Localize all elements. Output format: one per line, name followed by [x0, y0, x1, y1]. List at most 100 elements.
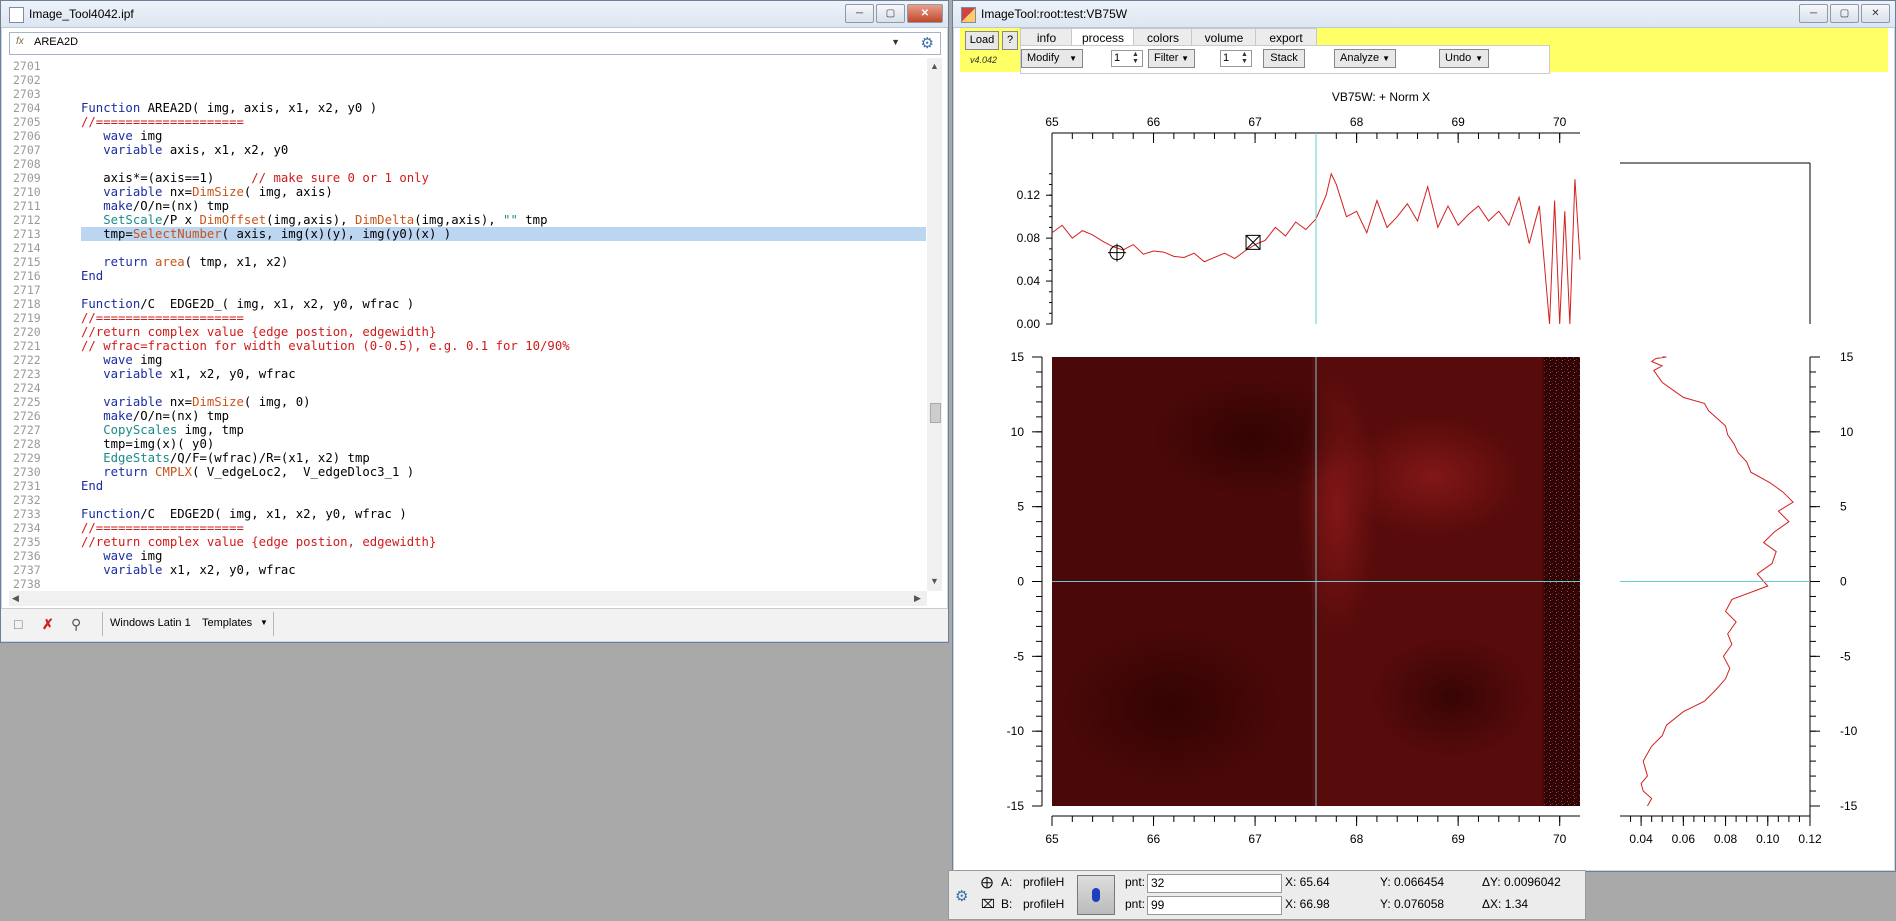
- slider-knob[interactable]: [1092, 888, 1100, 902]
- code-line[interactable]: 2737 variable x1, x2, y0, wfrac: [9, 563, 926, 577]
- code-text[interactable]: return area( tmp, x1, x2): [81, 255, 288, 269]
- code-text[interactable]: End: [81, 269, 103, 283]
- code-text[interactable]: variable x1, x2, y0, wfrac: [81, 367, 296, 381]
- page-icon[interactable]: □: [14, 616, 22, 632]
- code-line[interactable]: 2701: [9, 59, 926, 73]
- chevron-down-icon[interactable]: ▼: [891, 37, 900, 47]
- code-line[interactable]: 2707 variable axis, x1, x2, y0: [9, 143, 926, 157]
- code-line[interactable]: 2724: [9, 381, 926, 395]
- code-line[interactable]: 2725 variable nx=DimSize( img, 0): [9, 395, 926, 409]
- close-button[interactable]: ✕: [1861, 4, 1890, 23]
- code-text[interactable]: make/O/n=(nx) tmp: [81, 409, 229, 423]
- code-text[interactable]: axis*=(axis==1) // make sure 0 or 1 only: [81, 171, 429, 185]
- code-line[interactable]: 2708: [9, 157, 926, 171]
- plots-svg[interactable]: VB75W: + Norm X 65 66 67 68 69 70 0.00 0.04 0.08…: [960, 74, 1888, 864]
- code-line[interactable]: 2732: [9, 493, 926, 507]
- code-text[interactable]: //return complex value {edge postion, ed…: [81, 325, 436, 339]
- code-text[interactable]: make/O/n=(nx) tmp: [81, 199, 229, 213]
- help-button[interactable]: ?: [1002, 31, 1018, 50]
- close-button[interactable]: ✕: [907, 4, 943, 23]
- spin-down-icon[interactable]: ▼: [1241, 58, 1248, 65]
- code-text[interactable]: //====================: [81, 311, 244, 325]
- code-text[interactable]: End: [81, 479, 103, 493]
- code-line[interactable]: 2710 variable nx=DimSize( img, axis): [9, 185, 926, 199]
- cursor-slider[interactable]: [1077, 875, 1115, 915]
- undo-menu[interactable]: Undo ▼: [1439, 49, 1489, 68]
- code-line[interactable]: 2705 //====================: [9, 115, 926, 129]
- scroll-down-icon[interactable]: ▼: [930, 576, 939, 586]
- code-line[interactable]: 2702: [9, 73, 926, 87]
- load-button[interactable]: Load: [965, 31, 999, 50]
- function-selector[interactable]: fx AREA2D ▼ ⚙: [9, 32, 941, 55]
- code-editor[interactable]: 2701 2702 2703 2704 Function AREA2D( img, ax…: [9, 58, 926, 591]
- templates-menu[interactable]: Templates: [202, 617, 252, 629]
- code-text[interactable]: // wfrac=fraction for width evalution (0…: [81, 339, 570, 353]
- code-line[interactable]: 2713 tmp=SelectNumber( axis, img(x)(y), …: [9, 227, 926, 241]
- gear-icon[interactable]: ⚙: [921, 34, 934, 52]
- code-line[interactable]: 2730 return CMPLX( V_edgeLoc2, V_edgeDlo…: [9, 465, 926, 479]
- code-text[interactable]: wave img: [81, 353, 162, 367]
- code-text[interactable]: return CMPLX( V_edgeLoc2, V_edgeDloc3_1 …: [81, 465, 414, 479]
- magnifier-icon[interactable]: ⚲: [71, 616, 81, 633]
- scroll-up-icon[interactable]: ▲: [930, 61, 939, 71]
- code-text[interactable]: //====================: [81, 115, 244, 129]
- gear-icon[interactable]: ⚙: [955, 887, 968, 905]
- code-text[interactable]: wave img: [81, 549, 162, 563]
- image-tool-titlebar[interactable]: ImageTool:root:test:VB75W ─ ▢ ✕: [953, 1, 1895, 28]
- analyze-menu[interactable]: Analyze ▼: [1334, 49, 1396, 68]
- code-text[interactable]: wave img: [81, 129, 162, 143]
- scroll-right-icon[interactable]: ▶: [914, 593, 921, 604]
- stack-button[interactable]: Stack: [1263, 49, 1305, 68]
- compile-error-icon[interactable]: ✗: [42, 616, 54, 633]
- code-line[interactable]: 2703: [9, 87, 926, 101]
- code-text[interactable]: variable x1, x2, y0, wfrac: [81, 563, 296, 577]
- modify-menu[interactable]: Modify ▼: [1021, 49, 1083, 68]
- image-plot[interactable]: 65 66 67 68 69 70 -15 -10 -5 0 5 10 15: [1007, 350, 1580, 846]
- maximize-button[interactable]: ▢: [1830, 4, 1859, 23]
- code-line[interactable]: 2735 //return complex value {edge postion…: [9, 535, 926, 549]
- code-text[interactable]: tmp=img(x)( y0): [81, 437, 214, 451]
- code-text[interactable]: CopyScales img, tmp: [81, 423, 244, 437]
- code-line[interactable]: 2736 wave img: [9, 549, 926, 563]
- code-text[interactable]: variable nx=DimSize( img, 0): [81, 395, 310, 409]
- scroll-left-icon[interactable]: ◀: [12, 593, 19, 604]
- minimize-button[interactable]: ─: [1799, 4, 1828, 23]
- code-line[interactable]: 2714: [9, 241, 926, 255]
- chevron-down-icon[interactable]: ▼: [260, 618, 268, 627]
- maximize-button[interactable]: ▢: [876, 4, 905, 23]
- code-line[interactable]: 2727 CopyScales img, tmp: [9, 423, 926, 437]
- code-line[interactable]: 2706 wave img: [9, 129, 926, 143]
- procedure-titlebar[interactable]: Image_Tool4042.ipf ─ ▢ ✕: [1, 1, 948, 28]
- minimize-button[interactable]: ─: [845, 4, 874, 23]
- code-line[interactable]: 2717: [9, 283, 926, 297]
- code-text[interactable]: //====================: [81, 521, 244, 535]
- code-line[interactable]: 2723 variable x1, x2, y0, wfrac: [9, 367, 926, 381]
- code-line[interactable]: 2704 Function AREA2D( img, axis, x1, x2, …: [9, 101, 926, 115]
- code-text[interactable]: Function/C EDGE2D_( img, x1, x2, y0, wfr…: [81, 297, 414, 311]
- plot-area[interactable]: VB75W: + Norm X 65 66 67 68 69 70 0.00 0.04 0.08…: [960, 74, 1888, 864]
- code-line[interactable]: 2722 wave img: [9, 353, 926, 367]
- code-line[interactable]: 2715 return area( tmp, x1, x2): [9, 255, 926, 269]
- cursor-b-wave[interactable]: profileH: [1023, 897, 1064, 911]
- cursor-a-wave[interactable]: profileH: [1023, 875, 1064, 889]
- filter-menu[interactable]: Filter ▼: [1148, 49, 1195, 68]
- code-line[interactable]: 2719 //====================: [9, 311, 926, 325]
- vertical-profile-plot[interactable]: 0.04 0.06 0.08 0.10 0.12 -15 -10 -5 0 5 10 15: [1620, 350, 1858, 846]
- horizontal-scrollbar[interactable]: ◀ ▶: [9, 591, 927, 606]
- code-line[interactable]: 2734 //====================: [9, 521, 926, 535]
- code-text[interactable]: //return complex value {edge postion, ed…: [81, 535, 436, 549]
- code-text[interactable]: tmp=SelectNumber( axis, img(x)(y), img(y…: [81, 227, 926, 241]
- code-line[interactable]: 2712 SetScale/P x DimOffset(img,axis), D…: [9, 213, 926, 227]
- code-line[interactable]: 2711 make/O/n=(nx) tmp: [9, 199, 926, 213]
- code-line[interactable]: 2716 End: [9, 269, 926, 283]
- code-line[interactable]: 2709 axis*=(axis==1) // make sure 0 or 1…: [9, 171, 926, 185]
- spin-down-icon[interactable]: ▼: [1132, 58, 1139, 65]
- code-text[interactable]: variable axis, x1, x2, y0: [81, 143, 288, 157]
- code-text[interactable]: Function/C EDGE2D( img, x1, x2, y0, wfra…: [81, 507, 407, 521]
- horizontal-profile-plot[interactable]: 65 66 67 68 69 70 0.00 0.04 0.08 0.12: [1017, 115, 1811, 331]
- code-line[interactable]: 2729 EdgeStats/Q/F=(wfrac)/R=(x1, x2) tm…: [9, 451, 926, 465]
- code-text[interactable]: Function AREA2D( img, axis, x1, x2, y0 ): [81, 101, 377, 115]
- encoding-label[interactable]: Windows Latin 1: [110, 617, 191, 629]
- code-text[interactable]: EdgeStats/Q/F=(wfrac)/R=(x1, x2) tmp: [81, 451, 370, 465]
- code-line[interactable]: 2721 // wfrac=fraction for width evalutio…: [9, 339, 926, 353]
